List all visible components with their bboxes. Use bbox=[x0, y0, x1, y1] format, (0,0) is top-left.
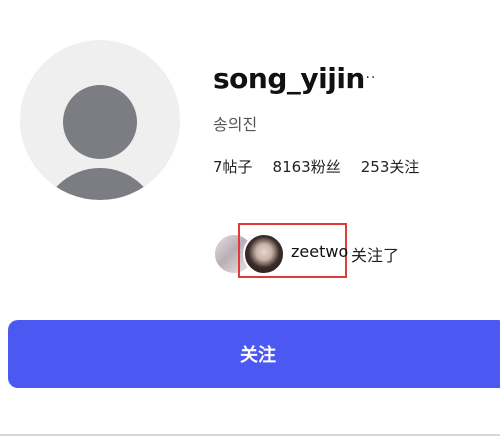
profile-avatar[interactable] bbox=[20, 40, 180, 200]
more-options-icon[interactable]: ··· bbox=[360, 70, 376, 86]
followed-by-name[interactable]: zeetwo bbox=[291, 242, 348, 261]
profile-full-name: 송의진 bbox=[213, 115, 258, 134]
posts-count[interactable]: 7帖子 bbox=[213, 156, 253, 177]
avatar-head-shape bbox=[63, 85, 137, 159]
profile-page: song_yijin ··· 송의진 7帖子 8163粉丝 253关注 zeet… bbox=[0, 0, 500, 440]
avatar-body-shape bbox=[40, 168, 160, 200]
following-count[interactable]: 253关注 bbox=[361, 156, 420, 177]
profile-username: song_yijin bbox=[213, 62, 365, 95]
followed-by-suffix: 关注了 bbox=[351, 246, 400, 265]
bottom-divider bbox=[0, 434, 500, 436]
followed-by-row[interactable]: zeetwo 关注了 bbox=[213, 223, 473, 280]
followers-count[interactable]: 8163粉丝 bbox=[273, 156, 341, 177]
follow-button[interactable]: 关注 bbox=[8, 320, 500, 388]
profile-stats: 7帖子 8163粉丝 253关注 bbox=[213, 156, 419, 177]
